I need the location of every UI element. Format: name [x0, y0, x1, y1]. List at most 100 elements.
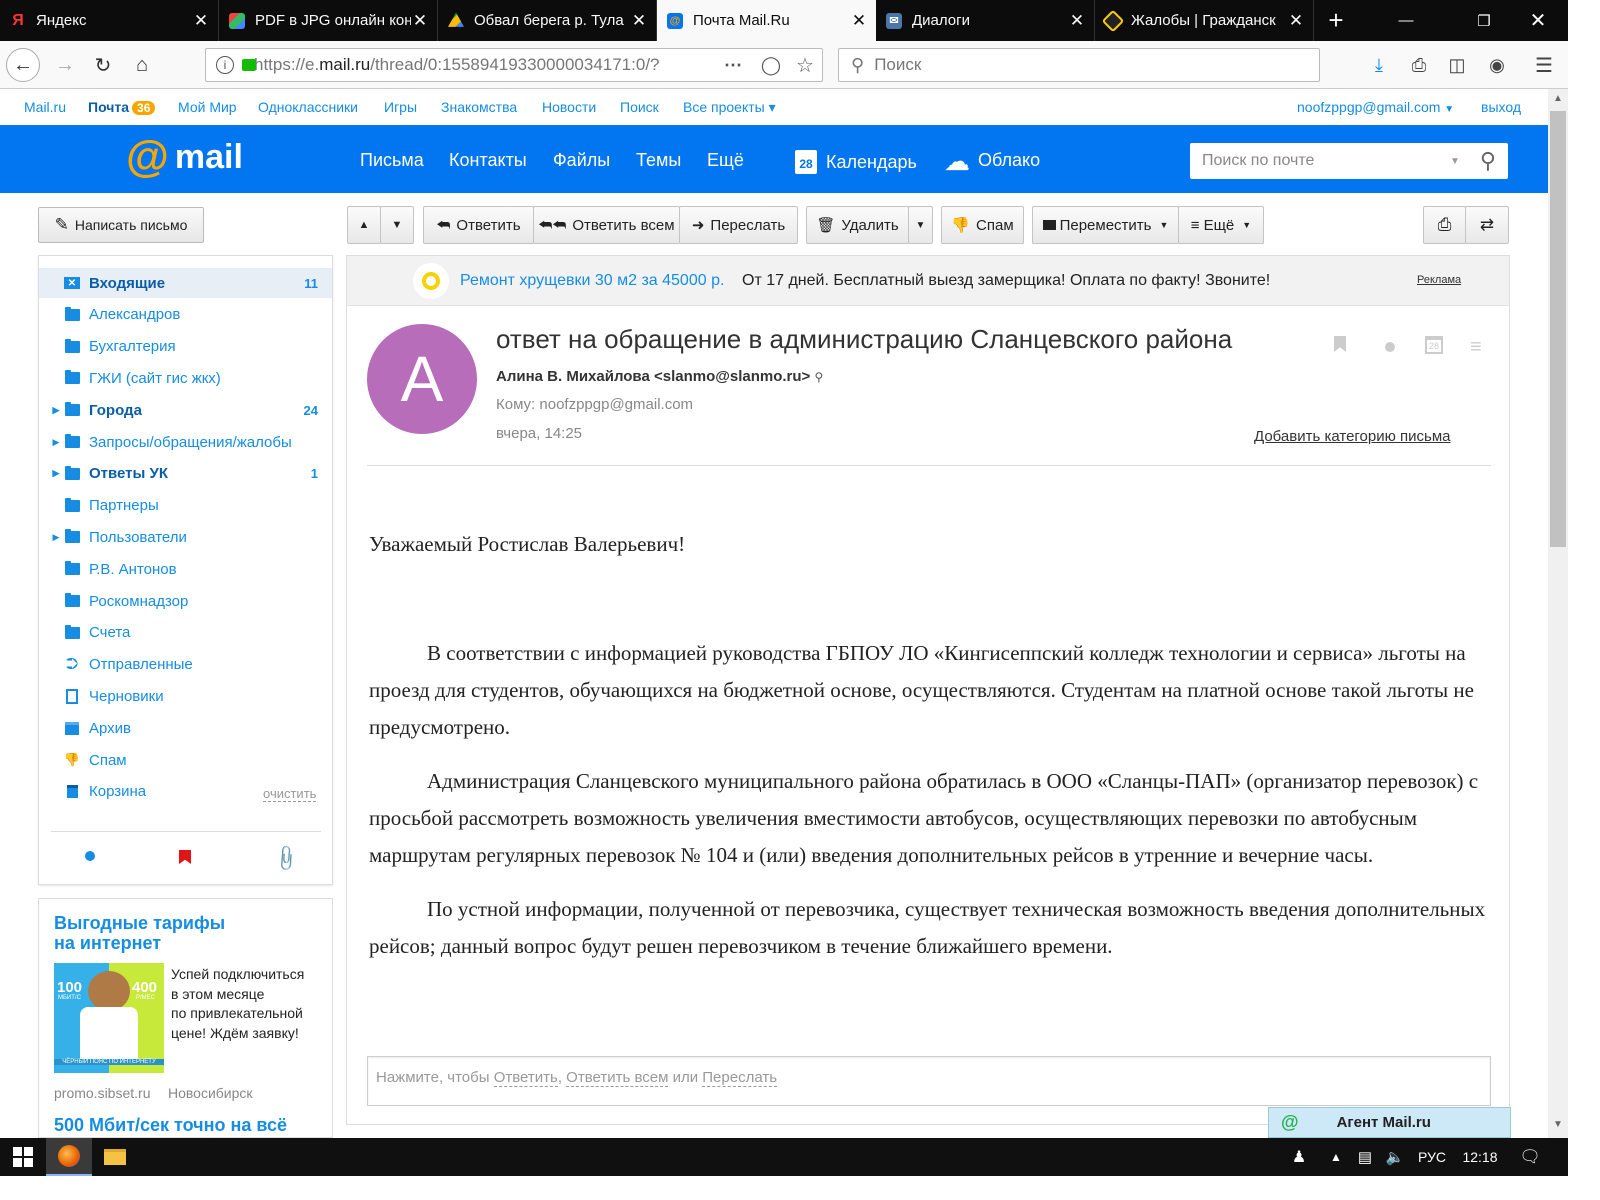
- scroll-down-icon[interactable]: ▼: [1553, 1119, 1563, 1130]
- move-button[interactable]: Переместить ▼: [1032, 206, 1179, 244]
- quick-reply-link[interactable]: Ответить: [493, 1069, 558, 1087]
- portal-link-0[interactable]: Mail.ru: [24, 99, 66, 115]
- minimize-button[interactable]: —: [1383, 0, 1429, 41]
- close-tab-icon[interactable]: ✕: [1287, 11, 1305, 31]
- close-tab-icon[interactable]: ✕: [1068, 11, 1086, 31]
- page-scrollbar[interactable]: ▲ ▼: [1548, 89, 1568, 1138]
- bookmark-flag-icon[interactable]: [1334, 336, 1346, 352]
- folder-item-11[interactable]: Счета: [39, 618, 332, 648]
- expand-arrow-icon[interactable]: ▶: [49, 405, 63, 416]
- ad-title[interactable]: Выгодные тарифы на интернет: [54, 913, 225, 953]
- message-menu-icon[interactable]: ≡: [1470, 336, 1482, 359]
- close-tab-icon[interactable]: ✕: [411, 11, 429, 31]
- scrollbar-thumb[interactable]: [1550, 111, 1566, 547]
- attachment-filter-icon[interactable]: 📎: [271, 843, 302, 874]
- ad-text[interactable]: Успей подключиться в этом месяце по привле…: [171, 965, 304, 1043]
- explorer-taskbar-icon[interactable]: [92, 1138, 138, 1176]
- folder-item-5[interactable]: ▶ Запросы/обращения/жалобы: [39, 427, 332, 457]
- unread-filter-icon[interactable]: [85, 851, 95, 861]
- folder-item-13[interactable]: Черновики: [39, 681, 332, 711]
- header-nav-4[interactable]: Ещё: [707, 150, 744, 171]
- message-ad-banner[interactable]: Ремонт хрущевки 30 м2 за 45000 р. От 17 …: [347, 256, 1509, 306]
- folder-item-3[interactable]: ГЖИ (сайт гис жкх): [39, 363, 332, 393]
- folder-item-6[interactable]: ▶ Ответы УК 1: [39, 459, 332, 489]
- new-tab-button[interactable]: +: [1314, 0, 1358, 41]
- language-indicator[interactable]: РУС: [1412, 1138, 1452, 1176]
- scroll-up-icon[interactable]: ▲: [1553, 93, 1563, 104]
- folder-item-0[interactable]: ✕ Входящие 11: [39, 268, 332, 298]
- search-icon[interactable]: ⚲: [814, 370, 823, 384]
- folder-item-4[interactable]: ▶ Города 24: [39, 395, 332, 425]
- tab-2[interactable]: Обвал берега р. Тула ✕: [438, 0, 657, 41]
- mail-search-input[interactable]: Поиск по почте ▼ ⚲: [1190, 143, 1508, 179]
- ad-image[interactable]: 100 МБИТ/С 400 Р/МЕС ЧЁРНЫЙ ПОЯС ПО ИНТЕ…: [54, 963, 164, 1073]
- tab-0[interactable]: Я Яндекс ✕: [0, 0, 219, 41]
- header-nav-2[interactable]: Файлы: [553, 150, 610, 171]
- menu-hamburger-icon[interactable]: ☰: [1527, 48, 1561, 82]
- more-button[interactable]: ≡ Ещё ▼: [1178, 206, 1264, 244]
- flag-filter-icon[interactable]: [179, 850, 191, 864]
- folder-item-1[interactable]: Александров: [39, 300, 332, 330]
- compose-button[interactable]: ✎ Написать письмо: [38, 207, 204, 243]
- search-options-icon[interactable]: ▼: [1450, 156, 1460, 167]
- account-icon[interactable]: ◉: [1480, 48, 1514, 82]
- search-icon[interactable]: ⚲: [1480, 148, 1496, 174]
- home-button[interactable]: ⌂: [125, 48, 159, 82]
- mail-logo[interactable]: @ mail: [126, 135, 243, 179]
- header-nav-1[interactable]: Контакты: [449, 150, 527, 171]
- message-sender[interactable]: Алина В. Михайлова <slanmo@slanmo.ru> ⚲: [496, 368, 823, 385]
- portal-link-8[interactable]: Все проекты ▾: [683, 99, 776, 116]
- expand-arrow-icon[interactable]: ▶: [49, 437, 63, 448]
- cloud-link[interactable]: ☁ Облако: [944, 148, 1040, 174]
- folder-item-9[interactable]: Р.В. Антонов: [39, 554, 332, 584]
- folder-item-15[interactable]: 👎 Спам: [39, 745, 332, 775]
- folder-item-7[interactable]: Партнеры: [39, 491, 332, 521]
- quick-reply-all-link[interactable]: Ответить всем: [566, 1069, 669, 1087]
- logout-link[interactable]: выход: [1481, 99, 1521, 115]
- tab-3[interactable]: @ Почта Mail.Ru ✕: [657, 0, 876, 41]
- sender-avatar[interactable]: А: [367, 324, 477, 434]
- tab-4[interactable]: ✉ Диалоги ✕: [876, 0, 1095, 41]
- add-category-link[interactable]: Добавить категорию письма: [1254, 428, 1451, 445]
- portal-link-4[interactable]: Игры: [384, 99, 417, 115]
- notifications-icon[interactable]: 🗨: [1512, 1138, 1548, 1176]
- back-button[interactable]: ←: [6, 48, 40, 82]
- reload-button[interactable]: ↻: [86, 48, 120, 82]
- portal-link-1[interactable]: Почта 36: [88, 99, 156, 115]
- calendar-link[interactable]: 28 Календарь: [795, 150, 917, 174]
- next-message-button[interactable]: ▼: [380, 206, 414, 244]
- spam-button[interactable]: 👎 Спам: [941, 206, 1024, 244]
- calendar-icon[interactable]: 28: [1425, 336, 1443, 354]
- sidebar-ad[interactable]: Выгодные тарифы на интернет 100 МБИТ/С 4…: [38, 898, 333, 1138]
- folder-item-8[interactable]: ▶ Пользователи: [39, 522, 332, 552]
- quick-forward-link[interactable]: Переслать: [702, 1069, 778, 1087]
- translate-button[interactable]: ⇄: [1465, 206, 1509, 244]
- folder-item-2[interactable]: Бухгалтерия: [39, 332, 332, 362]
- read-status-icon[interactable]: [1385, 342, 1395, 352]
- portal-link-3[interactable]: Одноклассники: [258, 99, 358, 115]
- folder-item-12[interactable]: ⮊ Отправленные: [39, 650, 332, 680]
- reply-all-button[interactable]: ⮪⮪ Ответить всем: [533, 206, 680, 244]
- firefox-taskbar-icon[interactable]: [46, 1138, 92, 1176]
- url-bar[interactable]: i https://e.mail.ru/thread/0:15589419330…: [205, 48, 823, 82]
- close-window-button[interactable]: ✕: [1515, 0, 1561, 41]
- ad-label[interactable]: Реклама: [1417, 274, 1461, 286]
- folder-item-10[interactable]: Роскомнадзор: [39, 586, 332, 616]
- portal-link-2[interactable]: Мой Мир: [178, 99, 237, 115]
- volume-icon[interactable]: 🔈: [1382, 1138, 1408, 1176]
- close-tab-icon[interactable]: ✕: [850, 11, 868, 31]
- quick-reply-box[interactable]: Нажмите, чтобы Ответить, Ответить всем и…: [367, 1056, 1491, 1106]
- browser-search-field[interactable]: ⚲ Поиск: [838, 48, 1320, 82]
- ad-link[interactable]: Ремонт хрущевки 30 м2 за 45000 р.: [460, 272, 724, 290]
- library-icon[interactable]: ⎙: [1402, 48, 1436, 82]
- user-email-menu[interactable]: noofzppgp@gmail.com ▼: [1297, 99, 1454, 115]
- expand-arrow-icon[interactable]: ▶: [49, 532, 63, 543]
- tab-1[interactable]: PDF в JPG онлайн конвертер✕: [219, 0, 438, 41]
- reply-button[interactable]: ⮪ Ответить: [423, 206, 534, 244]
- downloads-icon[interactable]: ⤓: [1362, 48, 1396, 82]
- delete-button[interactable]: 🗑 Удалить: [806, 206, 909, 244]
- pocket-icon[interactable]: ◯: [754, 55, 788, 76]
- clear-trash-link[interactable]: очистить: [263, 786, 317, 802]
- forward-button[interactable]: →: [48, 48, 82, 82]
- tab-5[interactable]: Жалобы | Гражданск ✕: [1095, 0, 1314, 41]
